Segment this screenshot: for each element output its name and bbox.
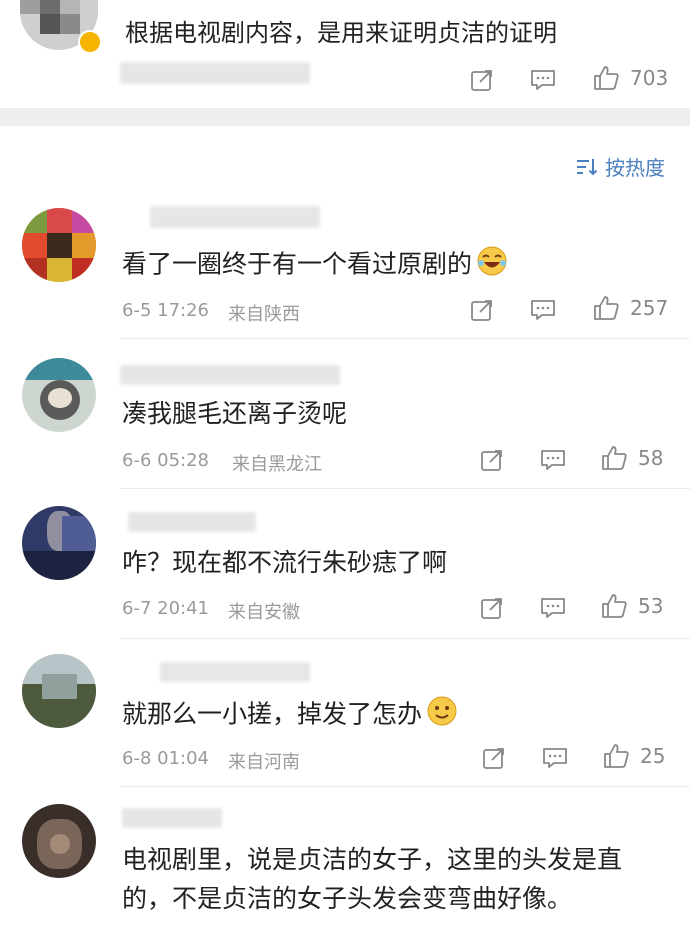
avatar[interactable] [22, 654, 96, 728]
share-icon [471, 300, 492, 321]
sort-label: 按热度 [605, 156, 665, 180]
share-button[interactable] [482, 746, 506, 770]
comment-divider [120, 638, 690, 639]
section-separator [0, 108, 690, 126]
verified-badge-icon [78, 30, 102, 54]
comment-icon [531, 70, 555, 90]
blurred-username [160, 662, 310, 682]
comment-location: 来自黑龙江 [232, 454, 322, 475]
comment-text: 看了一圈终于有一个看过原剧的 [122, 245, 508, 286]
reply-button[interactable] [530, 68, 556, 92]
comment-divider [120, 338, 690, 339]
share-button[interactable] [480, 448, 504, 472]
like-button[interactable]: 58 [600, 444, 663, 472]
comment-location: 来自安徽 [228, 602, 300, 623]
comment-time: 6-5 17:26 [122, 300, 209, 321]
smile-emoji-icon [426, 695, 458, 736]
like-button[interactable]: 257 [592, 294, 668, 322]
share-icon [471, 70, 492, 91]
avatar[interactable] [22, 358, 96, 432]
avatar[interactable] [22, 208, 96, 282]
reply-button[interactable] [542, 746, 568, 770]
thumbs-up-icon [604, 744, 629, 768]
like-count: 58 [638, 446, 664, 470]
thumbs-up-icon [602, 594, 627, 618]
blurred-username [120, 365, 340, 385]
thumbs-up-icon [594, 66, 619, 90]
reply-button[interactable] [540, 596, 566, 620]
share-icon [483, 748, 504, 769]
like-button[interactable]: 25 [602, 742, 665, 770]
comment-text: 电视剧里，说是贞洁的女子，这里的头发是直 [122, 845, 623, 874]
share-button[interactable] [470, 298, 494, 322]
share-button[interactable] [470, 68, 494, 92]
avatar[interactable] [22, 506, 96, 580]
comment-location: 来自河南 [228, 752, 300, 773]
like-button[interactable]: 53 [600, 592, 663, 620]
blurred-username [150, 206, 320, 228]
like-count: 703 [630, 66, 669, 90]
like-button[interactable]: 703 [592, 64, 668, 92]
comment-divider [120, 488, 690, 489]
comment-icon [531, 300, 555, 320]
like-count: 257 [630, 296, 669, 320]
comment-time: 6-8 01:04 [122, 748, 209, 769]
comment-divider [120, 786, 690, 787]
laugh-cry-emoji-icon [476, 245, 508, 286]
comment-text: 凑我腿毛还离子烫呢 [122, 399, 348, 428]
comment-text-line2: 的，不是贞洁的女子头发会变弯曲好像。 [122, 884, 573, 913]
like-count: 25 [640, 744, 666, 768]
comment-location: 来自陕西 [228, 304, 300, 325]
comment-text: 根据电视剧内容，是用来证明贞洁的证明 [125, 19, 557, 47]
thumbs-up-icon [594, 296, 619, 320]
comment-time: 6-7 20:41 [122, 598, 209, 619]
blurred-content [120, 62, 310, 84]
share-button[interactable] [480, 596, 504, 620]
like-count: 53 [638, 594, 664, 618]
thumbs-up-icon [602, 446, 627, 470]
avatar[interactable] [22, 804, 96, 878]
reply-button[interactable] [540, 448, 566, 472]
share-icon [481, 598, 502, 619]
comment-text: 就那么一小搓，掉发了怎办 [122, 695, 458, 736]
comment-icon [541, 450, 565, 470]
comment-time: 6-6 05:28 [122, 450, 209, 471]
comment-icon [543, 748, 567, 768]
comment-text: 咋？现在都不流行朱砂痣了啊 [122, 548, 448, 577]
reply-button[interactable] [530, 298, 556, 322]
blurred-username [122, 808, 222, 828]
sort-icon [577, 158, 598, 175]
top-comment: 根据电视剧内容，是用来证明贞洁的证明 703 [0, 0, 690, 108]
comment-icon [541, 598, 565, 618]
blurred-username [128, 512, 256, 532]
sort-by-hot-button[interactable]: 按热度 [575, 152, 665, 181]
share-icon [481, 450, 502, 471]
